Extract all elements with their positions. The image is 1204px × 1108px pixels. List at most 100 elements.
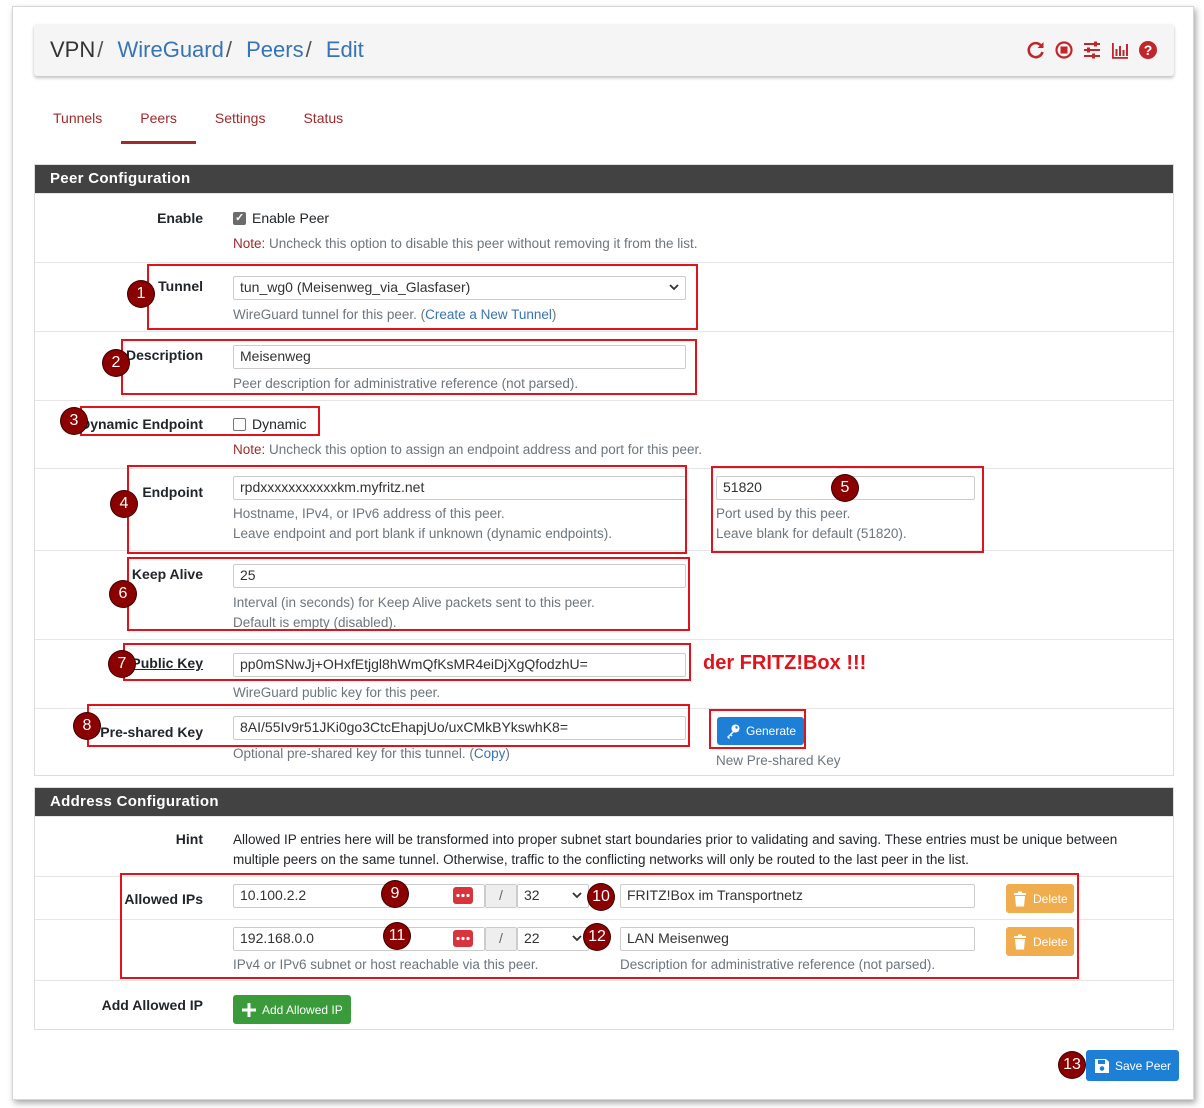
enable-note: Note: Uncheck this option to disable thi… [233,236,698,251]
badge-11: 11 [384,923,410,949]
psk-label: Pre-shared Key [100,724,203,740]
breadcrumb-wireguard[interactable]: WireGuard [118,37,224,62]
keepalive-help: Interval (in seconds) for Keep Alive pac… [233,595,595,630]
mask-select[interactable]: 32 [517,884,589,908]
badge-5: 5 [832,475,858,501]
reload-icon[interactable] [1026,40,1046,60]
peer-configuration-panel: Peer Configuration Enable Enable Peer No… [34,164,1174,776]
mask-select[interactable]: 22 [517,927,589,951]
dynamic-endpoint-label: Dynamic Endpoint [80,416,203,432]
dynamic-note: Note: Uncheck this option to assign an e… [233,442,703,457]
bar-chart-icon[interactable] [1110,40,1130,60]
badge-8: 8 [74,713,100,739]
delete-button[interactable]: Delete [1006,884,1074,913]
breadcrumb: VPN/ WireGuard/ Peers/ Edit [50,37,364,62]
port-help: Port used by this peer. Leave blank for d… [716,506,907,541]
endpoint-help: Hostname, IPv4, or IPv6 address of this … [233,506,612,541]
save-icon [1095,1058,1109,1073]
keepalive-input[interactable]: 25 [233,564,686,588]
dynamic-endpoint-row: Dynamic Endpoint Dynamic Note: Uncheck t… [35,400,1173,468]
panel-title: Peer Configuration [35,165,1173,193]
endpoint-input[interactable]: rpdxxxxxxxxxxxkm.myfritz.net [233,476,686,500]
endpoint-row: Endpoint rpdxxxxxxxxxxxkm.myfritz.net Ho… [35,468,1173,550]
dynamic-checkbox[interactable] [233,418,246,431]
sliders-icon[interactable] [1082,40,1102,60]
tunnel-row: Tunnel tun_wg0 (Meisenweg_via_Glasfaser)… [35,262,1173,331]
allowed-ips-label: Allowed IPs [124,891,203,907]
badge-1: 1 [128,281,154,307]
chevron-down-icon [572,892,582,899]
endpoint-label: Endpoint [142,484,203,500]
delete-button[interactable]: Delete [1006,927,1074,956]
badge-4: 4 [111,491,137,517]
add-allowed-ip-button[interactable]: Add Allowed IP [233,995,351,1024]
key-icon [727,724,740,739]
create-tunnel-link[interactable]: Create a New Tunnel [425,307,552,322]
help-icon[interactable]: ? [1138,40,1158,60]
enable-row: Enable Enable Peer Note: Uncheck this op… [35,193,1173,262]
options-icon[interactable] [453,887,473,904]
stop-circle-icon[interactable] [1054,40,1074,60]
chevron-down-icon [669,284,679,291]
allowed-ip-input[interactable]: 192.168.0.0 [233,927,485,951]
description-help: Peer description for administrative refe… [233,376,579,391]
badge-12: 12 [584,924,610,950]
allowed-ip-input[interactable]: 10.100.2.2 [233,884,485,908]
fritzbox-annotation: der FRITZ!Box !!! [703,652,867,674]
psk-row: Pre-shared Key 8AI/55Iv9r51JKi0go3CtcEha… [35,708,1173,776]
slash-addon: / [485,927,517,951]
slash-addon: / [485,884,517,908]
hint-text: Allowed IP entries here will be transfor… [233,832,1118,867]
generate-help: New Pre-shared Key [716,753,841,768]
breadcrumb-vpn: VPN [50,37,96,62]
options-icon[interactable] [453,930,473,947]
copy-psk-link[interactable]: Copy [474,746,506,761]
psk-input[interactable]: 8AI/55Iv9r51JKi0go3CtcEhapjUo/uxCMkBYksw… [233,716,686,740]
badge-7: 7 [109,651,135,677]
tab-settings[interactable]: Settings [196,100,285,144]
tab-tunnels[interactable]: Tunnels [34,100,121,144]
allowed-ip-description-input[interactable]: LAN Meisenweg [620,927,975,951]
tab-bar: Tunnels Peers Settings Status [34,100,362,144]
dynamic-checkbox-label: Dynamic [252,416,307,432]
public-key-help: WireGuard public key for this peer. [233,685,441,700]
add-allowed-ip-label: Add Allowed IP [101,997,203,1013]
badge-3: 3 [61,408,87,434]
save-peer-button[interactable]: Save Peer [1086,1050,1180,1081]
trash-icon [1014,891,1026,906]
tab-peers[interactable]: Peers [121,100,196,144]
svg-text:?: ? [1144,42,1153,58]
tunnel-help: WireGuard tunnel for this peer. (Create … [233,307,557,322]
breadcrumb-peers[interactable]: Peers [246,37,303,62]
badge-2: 2 [103,350,129,376]
badge-13: 13 [1059,1052,1085,1078]
description-input[interactable]: Meisenweg [233,345,686,369]
tunnel-label: Tunnel [158,278,203,294]
badge-10: 10 [588,884,614,910]
public-key-label: Public Key [131,655,203,671]
enable-label: Enable [157,210,203,226]
breadcrumb-edit[interactable]: Edit [326,37,364,62]
hint-row: Hint Allowed IP entries here will be tra… [35,816,1173,876]
hint-label: Hint [175,831,203,847]
keepalive-row: Keep Alive 25 Interval (in seconds) for … [35,550,1173,639]
allowed-ip-help: IPv4 or IPv6 subnet or host reachable vi… [233,957,539,972]
enable-checkbox[interactable] [233,211,246,225]
plus-icon [242,1002,256,1017]
allowed-ip-description-help: Description for administrative reference… [620,957,936,972]
page-header: VPN/ WireGuard/ Peers/ Edit ? [34,24,1174,76]
keepalive-label: Keep Alive [131,566,203,582]
badge-9: 9 [382,881,408,907]
public-key-row: Public Key pp0mSNwJj+OHxfEtjgl8hWmQfKsMR… [35,639,1173,708]
enable-checkbox-label: Enable Peer [252,210,330,226]
badge-6: 6 [110,581,136,607]
chevron-down-icon [572,935,582,942]
description-row: Description Meisenweg Peer description f… [35,331,1173,400]
tab-status[interactable]: Status [284,100,362,144]
description-label: Description [125,347,203,363]
panel-title: Address Configuration [35,788,1173,816]
tunnel-select[interactable]: tun_wg0 (Meisenweg_via_Glasfaser) [233,276,686,300]
public-key-input[interactable]: pp0mSNwJj+OHxfEtjgl8hWmQfKsMR4eiDjXgQfod… [233,653,686,677]
generate-psk-button[interactable]: Generate [717,717,805,745]
allowed-ip-description-input[interactable]: FRITZ!Box im Transportnetz [620,884,975,908]
